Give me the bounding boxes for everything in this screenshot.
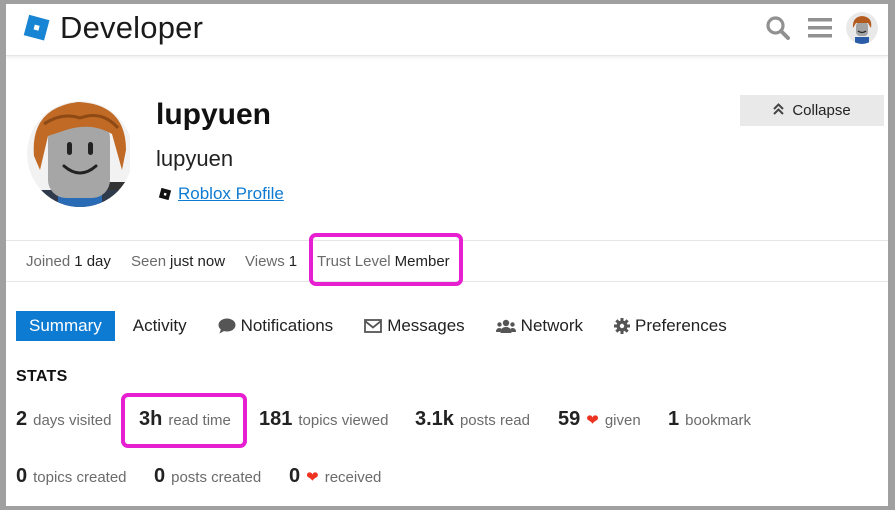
tab-activity[interactable]: Activity [120, 311, 200, 341]
tab-notifications-label: Notifications [240, 316, 334, 335]
meta-views-value: 1 [288, 253, 298, 270]
heart-icon: ❤ [586, 412, 599, 429]
stat-days-visited: 2 days visited [16, 408, 112, 431]
profile-full-name: lupyuen [156, 146, 234, 171]
stat-posts-created: 0 posts created [154, 465, 261, 488]
profile-meta: Joined 1 day Seen just now Views 1 Trust Le… [6, 240, 888, 282]
site-logo[interactable]: Developer [22, 12, 203, 43]
users-icon [495, 319, 516, 333]
stat-topics-created-label: topics created [33, 469, 127, 486]
stats-heading: STATS [16, 368, 68, 385]
stat-likes-given: 59 ❤ given [558, 408, 641, 431]
search-button[interactable] [762, 12, 794, 44]
stat-posts-read-value: 3.1k [415, 408, 454, 430]
stat-days-visited-label: days visited [33, 412, 112, 429]
stat-bookmarks-label: bookmark [685, 412, 751, 429]
stat-topics-viewed-value: 181 [259, 408, 293, 430]
stat-likes-received: 0 ❤ received [289, 465, 381, 488]
stat-likes-given-label: given [604, 412, 641, 429]
collapse-button[interactable]: Collapse [740, 95, 884, 126]
site-header: Developer [6, 4, 888, 56]
stat-likes-received-label: received [324, 469, 382, 486]
meta-trust-value: Member [394, 253, 450, 270]
profile-tabs: Summary Activity Notifications Messages … [16, 311, 745, 341]
stat-read-time: 3h read time [139, 408, 231, 431]
hamburger-menu-icon [808, 18, 832, 38]
roblox-profile-field: Roblox Profile [158, 184, 284, 204]
meta-joined: Joined 1 day [26, 253, 111, 270]
roblox-profile-link[interactable]: Roblox Profile [178, 184, 284, 204]
user-menu-button[interactable] [846, 12, 878, 44]
meta-trust-label: Trust Level [317, 253, 391, 270]
stat-topics-created: 0 topics created [16, 465, 127, 488]
meta-seen-value: just now [170, 253, 226, 270]
tab-preferences-label: Preferences [635, 316, 727, 335]
stat-read-time-label: read time [168, 412, 231, 429]
gear-icon [614, 318, 631, 334]
stat-topics-viewed-label: topics viewed [298, 412, 389, 429]
meta-trust-level: Trust Level Member [317, 253, 450, 270]
profile-avatar [22, 94, 133, 214]
tab-network-label: Network [520, 316, 584, 335]
site-title: Developer [60, 10, 204, 45]
collapse-label: Collapse [792, 102, 851, 119]
menu-button[interactable] [804, 12, 836, 44]
stat-bookmarks: 1 bookmark [668, 408, 751, 431]
stat-read-time-value: 3h [139, 408, 163, 430]
stat-likes-given-value: 59 [558, 408, 581, 430]
meta-seen-label: Seen [131, 253, 167, 270]
tab-summary-label: Summary [29, 316, 102, 335]
tab-notifications[interactable]: Notifications [205, 311, 347, 341]
stat-bookmarks-value: 1 [668, 408, 680, 430]
tab-activity-label: Activity [132, 316, 187, 335]
roblox-icon [158, 187, 172, 201]
profile-username: lupyuen [156, 98, 272, 131]
tab-messages[interactable]: Messages [351, 311, 477, 341]
tab-network[interactable]: Network [483, 311, 596, 341]
meta-views: Views 1 [245, 253, 297, 270]
tab-summary[interactable]: Summary [16, 311, 115, 341]
meta-joined-value: 1 day [74, 253, 111, 270]
stat-posts-read: 3.1k posts read [415, 408, 530, 431]
user-avatar [846, 12, 878, 44]
meta-views-label: Views [245, 253, 285, 270]
stat-topics-viewed: 181 topics viewed [259, 408, 388, 431]
stat-posts-created-label: posts created [171, 469, 262, 486]
roblox-logo-icon [23, 14, 50, 41]
stat-topics-created-value: 0 [16, 465, 28, 487]
meta-seen: Seen just now [131, 253, 225, 270]
stat-posts-read-label: posts read [459, 412, 530, 429]
stat-likes-received-value: 0 [289, 465, 301, 487]
meta-joined-label: Joined [26, 253, 71, 270]
chevron-up-double-icon [773, 103, 785, 118]
comment-icon [218, 318, 236, 334]
tab-messages-label: Messages [387, 316, 465, 335]
search-icon [766, 16, 790, 40]
user-profile: lupyuen lupyuen Roblox Profile Collapse … [6, 56, 888, 506]
tab-preferences[interactable]: Preferences [601, 311, 740, 341]
stat-posts-created-value: 0 [154, 465, 166, 487]
heart-icon: ❤ [306, 469, 319, 486]
app-window: Developer lupyuen lupyuen Roblox Profile… [6, 4, 888, 506]
stat-days-visited-value: 2 [16, 408, 28, 430]
envelope-icon [364, 319, 383, 333]
